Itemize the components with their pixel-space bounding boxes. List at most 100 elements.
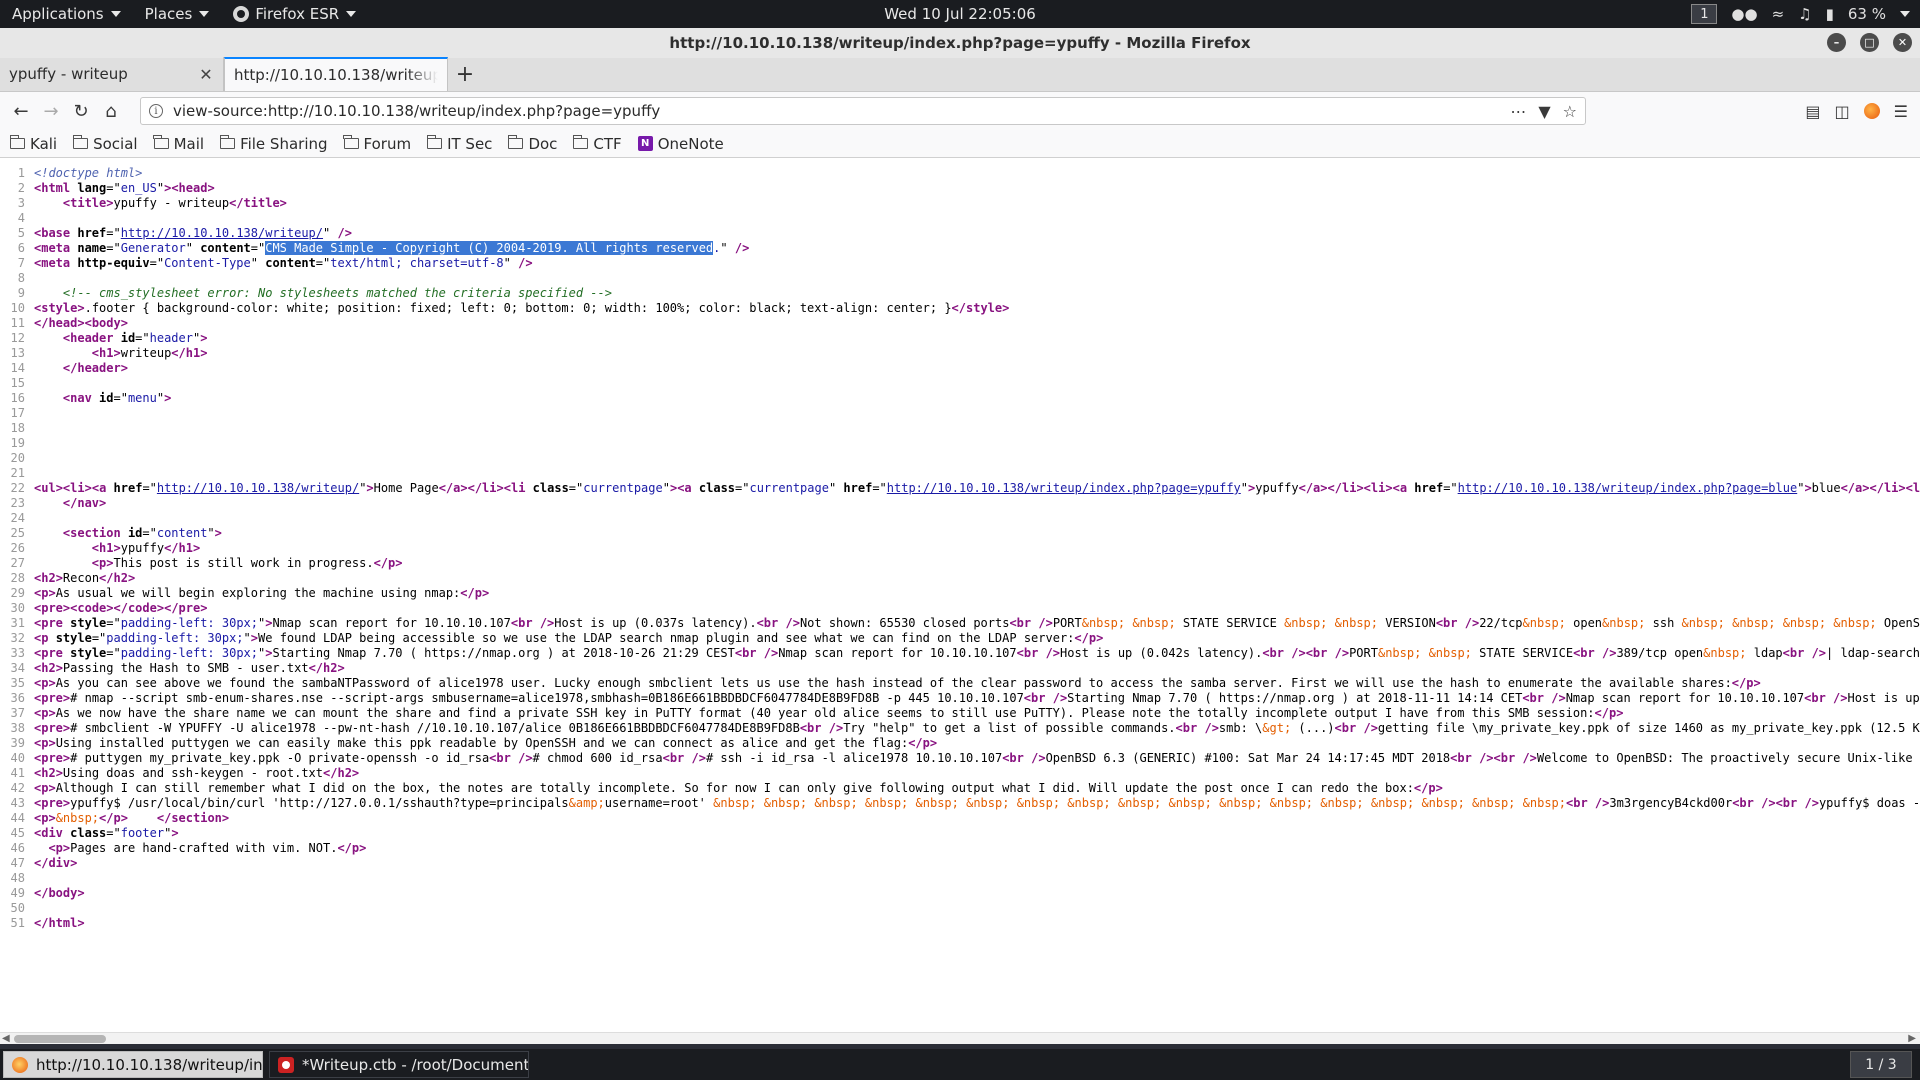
library-icon[interactable]: ▤ <box>1805 102 1820 121</box>
task-firefox[interactable]: http://10.10.10.138/writeup/inde... <box>3 1051 263 1078</box>
line-number: 18 <box>10 421 25 435</box>
source-line: 8 <box>0 271 1920 286</box>
back-button[interactable]: ← <box>6 96 36 126</box>
source-line: 16 <nav id="menu"> <box>0 391 1920 406</box>
line-code: <h1>writeup</h1> <box>91 346 208 360</box>
line-code: <section id="content"> <box>62 526 222 540</box>
tab-view-source[interactable]: http://10.10.10.138/writeup/ <box>224 57 448 91</box>
bookmark-label: OneNote <box>657 134 724 153</box>
horizontal-scrollbar[interactable]: ◀ ▶ <box>0 1032 1920 1044</box>
reload-button[interactable]: ↻ <box>66 96 96 126</box>
source-line: 24 <box>0 511 1920 526</box>
line-code: <pre style="padding-left: 30px;">Startin… <box>34 646 1920 660</box>
source-line: 29 <p>As usual we will begin exploring th… <box>0 586 1920 601</box>
source-line: 42 <p>Although I can still remember what … <box>0 781 1920 796</box>
source-line: 51 </html> <box>0 916 1920 931</box>
people-icon[interactable]: ●● <box>1731 5 1757 23</box>
source-line: 25 <section id="content"> <box>0 526 1920 541</box>
bookmark-folder-doc[interactable]: Doc <box>507 135 557 153</box>
line-code: <div class="footer"> <box>34 826 179 840</box>
line-number: 19 <box>10 436 25 450</box>
source-line: 2 <html lang="en_US"><head> <box>0 181 1920 196</box>
source-line: 49 </body> <box>0 886 1920 901</box>
bookmark-folder-file-sharing[interactable]: File Sharing <box>219 135 328 153</box>
tab-label: ypuffy - writeup <box>9 65 128 83</box>
line-code: <pre>ypuffy$ /usr/local/bin/curl 'http:/… <box>34 796 1920 810</box>
bookmark-onenote[interactable]: N OneNote <box>637 134 724 153</box>
url-input[interactable]: view-source:http://10.10.10.138/writeup/… <box>173 102 1510 120</box>
line-code: <html lang="en_US"><head> <box>34 181 215 195</box>
applications-menu[interactable]: Applications <box>0 0 133 28</box>
line-number: 31 <box>10 616 25 630</box>
minimize-button[interactable]: – <box>1827 33 1846 52</box>
places-menu[interactable]: Places <box>133 0 222 28</box>
bookmark-folder-it-sec[interactable]: IT Sec <box>426 134 493 153</box>
battery-icon[interactable]: ▮ <box>1826 5 1834 23</box>
source-line: 37 <p>As we now have the share name we ca… <box>0 706 1920 721</box>
line-code: <pre># smbclient -W YPUFFY -U alice1978 … <box>34 721 1920 735</box>
line-number: 45 <box>10 826 25 840</box>
line-number: 17 <box>10 406 25 420</box>
tab-ypuffy-writeup[interactable]: ypuffy - writeup ✕ <box>0 57 224 91</box>
close-icon[interactable]: ✕ <box>198 65 214 84</box>
line-code: <title>ypuffy - writeup</title> <box>62 196 287 210</box>
pocket-icon[interactable]: ▼ <box>1538 102 1550 121</box>
page-actions-icon[interactable]: ⋯ <box>1510 102 1526 121</box>
line-number: 40 <box>10 751 25 765</box>
bookmark-folder-ctf[interactable]: CTF <box>572 135 622 153</box>
line-number: 16 <box>10 391 25 405</box>
home-button[interactable]: ⌂ <box>96 96 126 126</box>
source-line: 15 <box>0 376 1920 391</box>
wifi-icon[interactable]: ≈ <box>1772 5 1785 23</box>
bookmark-folder-social[interactable]: Social <box>72 135 138 153</box>
line-number: 8 <box>17 271 25 285</box>
sidebar-icon[interactable]: ◫ <box>1835 102 1850 121</box>
task-cherrytree[interactable]: *Writeup.ctb - /root/Documents/C... <box>269 1051 529 1078</box>
chevron-down-icon[interactable] <box>1900 11 1910 17</box>
scroll-right-icon[interactable]: ▶ <box>1908 1033 1916 1044</box>
line-number: 48 <box>10 871 25 885</box>
line-number: 28 <box>10 571 25 585</box>
maximize-button[interactable]: □ <box>1860 33 1879 52</box>
source-line: 19 <box>0 436 1920 451</box>
view-source-content[interactable]: 1 <!doctype html> 2 <html lang="en_US"><hea… <box>0 166 1920 1034</box>
hamburger-menu-icon[interactable]: ☰ <box>1894 102 1908 121</box>
bookmark-folder-kali[interactable]: Kali <box>9 135 57 153</box>
source-line: 40 <pre># puttygen my_private_key.ppk -O … <box>0 751 1920 766</box>
forward-button[interactable]: → <box>36 96 66 126</box>
system-tray: 1 ●● ≈ ♫ ▮ 63 % <box>1691 0 1910 28</box>
extension-icon[interactable] <box>1863 103 1880 119</box>
app-menu-firefox[interactable]: Firefox ESR <box>221 0 368 28</box>
source-line: 11 </head><body> <box>0 316 1920 331</box>
line-code: <pre># puttygen my_private_key.ppk -O pr… <box>34 751 1920 765</box>
source-line: 22 <ul><li><a href="http://10.10.10.138/w… <box>0 481 1920 496</box>
line-number: 49 <box>10 886 25 900</box>
bookmark-label: Forum <box>363 134 412 153</box>
info-icon[interactable]: i <box>149 104 163 118</box>
scroll-left-icon[interactable]: ◀ <box>2 1033 10 1044</box>
line-code: <pre style="padding-left: 30px;">Nmap sc… <box>34 616 1920 630</box>
source-line: 12 <header id="header"> <box>0 331 1920 346</box>
line-number: 5 <box>17 226 25 240</box>
bookmarks-toolbar: Kali Social Mail File Sharing Forum IT S… <box>0 130 1920 158</box>
bookmark-star-icon[interactable]: ☆ <box>1563 102 1577 121</box>
new-tab-button[interactable]: + <box>448 57 482 91</box>
line-number: 33 <box>10 646 25 660</box>
window-titlebar[interactable]: http://10.10.10.138/writeup/index.php?pa… <box>0 28 1920 58</box>
line-number: 27 <box>10 556 25 570</box>
url-bar[interactable]: i view-source:http://10.10.10.138/writeu… <box>140 97 1586 125</box>
battery-percent[interactable]: 63 % <box>1848 5 1886 23</box>
source-line: 31 <pre style="padding-left: 30px;">Nmap … <box>0 616 1920 631</box>
url-actions: ⋯ ▼ ☆ <box>1510 102 1577 121</box>
bookmark-folder-forum[interactable]: Forum <box>343 134 412 153</box>
bookmark-folder-mail[interactable]: Mail <box>153 135 204 153</box>
source-line: 13 <h1>writeup</h1> <box>0 346 1920 361</box>
scrollbar-thumb[interactable] <box>14 1035 106 1043</box>
source-line: 48 <box>0 871 1920 886</box>
volume-icon[interactable]: ♫ <box>1798 5 1811 23</box>
close-window-button[interactable]: ✕ <box>1893 33 1912 52</box>
line-code: <p>Pages are hand-crafted with vim. NOT.… <box>48 841 367 855</box>
bookmark-label: IT Sec <box>447 134 493 153</box>
workspace-pager[interactable]: 1 / 3 <box>1850 1051 1912 1078</box>
workspace-indicator[interactable]: 1 <box>1691 4 1718 24</box>
